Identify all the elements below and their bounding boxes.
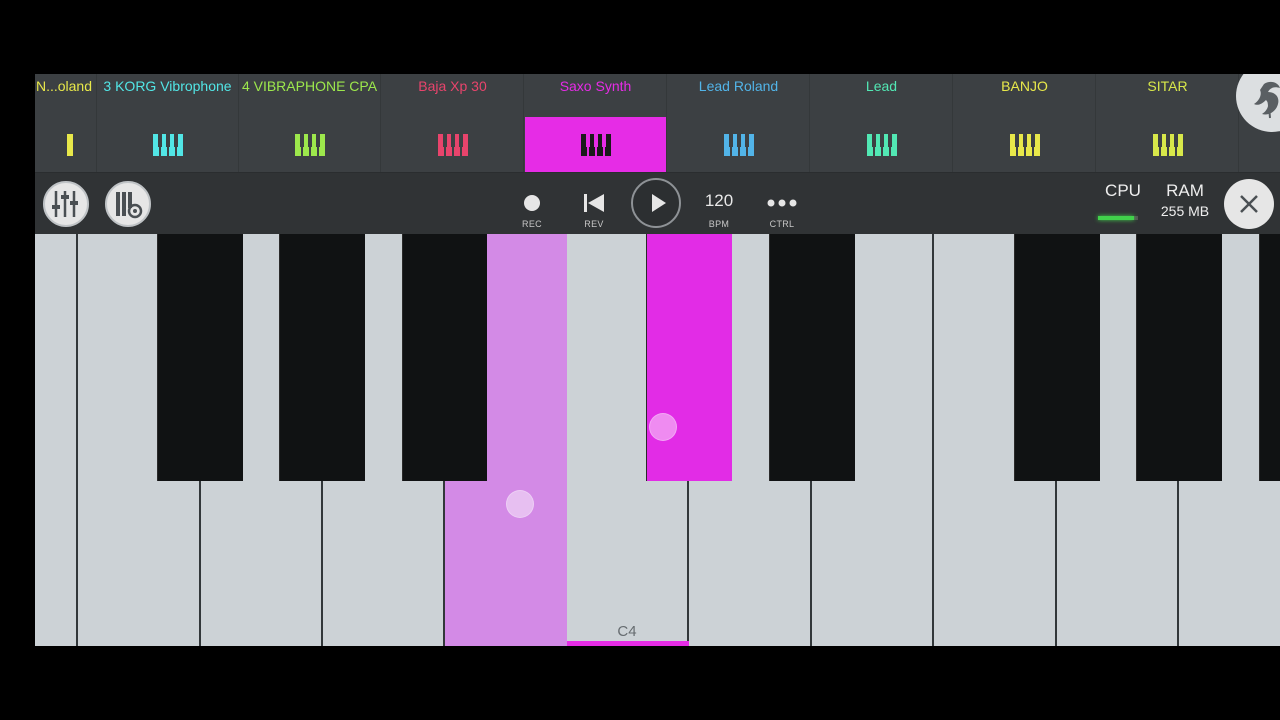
cpu-meter [1098,216,1138,220]
skip-back-icon [584,194,604,212]
channel-5[interactable]: Lead Roland [668,74,810,172]
ram-value: 255 MB [1160,203,1210,219]
ram-indicator: RAM 255 MB [1155,181,1215,219]
touch-point-indicator [649,413,677,441]
channel-8[interactable]: SITAR [1097,74,1239,172]
tempo-button[interactable]: 120 BPM [699,183,739,229]
black-key[interactable] [1014,234,1100,481]
close-icon [1240,195,1258,213]
channel-name: 4 VIBRAPHONE CPA [241,78,378,94]
black-key[interactable] [157,234,243,481]
key-label: C4 [617,623,637,640]
piano-icon [67,134,73,156]
black-key[interactable] [279,234,365,481]
channel-name: Baja Xp 30 [418,78,487,94]
white-key[interactable] [35,234,78,646]
c4-marker [567,641,689,646]
touch-point-indicator [506,490,534,518]
channel-name: N...oland [35,78,92,94]
channel-4-active[interactable]: Saxo Synth [525,74,667,172]
piano-icon [153,134,183,156]
channel-name: Lead [865,78,898,94]
close-button[interactable] [1224,179,1274,229]
piano-keyboard: C4 [35,234,1280,646]
piano-icon [581,134,611,156]
channel-3[interactable]: Baja Xp 30 [382,74,524,172]
rev-label: REV [584,219,604,229]
channel-0[interactable]: N...oland [35,74,97,172]
piano-settings-icon [116,192,143,219]
black-key[interactable] [1136,234,1222,481]
channel-name: Saxo Synth [559,78,632,94]
fruit-logo-icon [1254,81,1280,119]
fl-studio-mobile: N...oland 3 KORG Vibrophone 4 VIBRAPHONE… [35,74,1280,646]
black-key-pressed[interactable] [646,234,732,481]
black-key[interactable] [769,234,855,481]
instrument-settings-button[interactable] [105,181,151,227]
piano-icon [1010,134,1040,156]
play-button[interactable] [631,178,681,228]
cpu-meter-fill [1098,216,1134,220]
mixer-sliders-icon [52,191,78,217]
piano-icon [724,134,754,156]
fl-studio-logo-button[interactable] [1236,74,1280,132]
rewind-button[interactable]: REV [574,183,614,229]
play-icon [652,194,666,212]
record-button[interactable]: REC [512,183,552,229]
more-dots-icon [767,199,797,207]
controls-button[interactable]: CTRL [762,183,802,229]
channel-name: Lead Roland [698,78,779,94]
channel-6[interactable]: Lead [811,74,953,172]
channel-name: BANJO [1001,78,1048,94]
black-key[interactable] [402,234,488,481]
ram-label: RAM [1166,181,1204,200]
black-key[interactable] [1259,234,1280,481]
channel-name: 3 KORG Vibrophone [103,78,232,94]
cpu-label: CPU [1105,181,1141,200]
transport-toolbar: REC REV 120 BPM CTRL CPU RAM 255 MB [35,172,1280,235]
bpm-label: BPM [708,219,730,229]
channel-1[interactable]: 3 KORG Vibrophone [97,74,239,172]
mixer-button[interactable] [43,181,89,227]
channel-strip: N...oland 3 KORG Vibrophone 4 VIBRAPHONE… [35,74,1280,172]
channel-7[interactable]: BANJO [954,74,1096,172]
piano-icon [295,134,325,156]
pressed-key-column[interactable] [487,234,567,646]
piano-icon [438,134,468,156]
record-dot-icon [524,195,540,211]
channel-name: SITAR [1147,78,1188,94]
rec-label: REC [522,219,542,229]
channel-2[interactable]: 4 VIBRAPHONE CPA [239,74,381,172]
piano-icon [867,134,897,156]
bpm-value: 120 [704,191,734,210]
ctrl-label: CTRL [769,219,795,229]
piano-icon [1153,134,1183,156]
